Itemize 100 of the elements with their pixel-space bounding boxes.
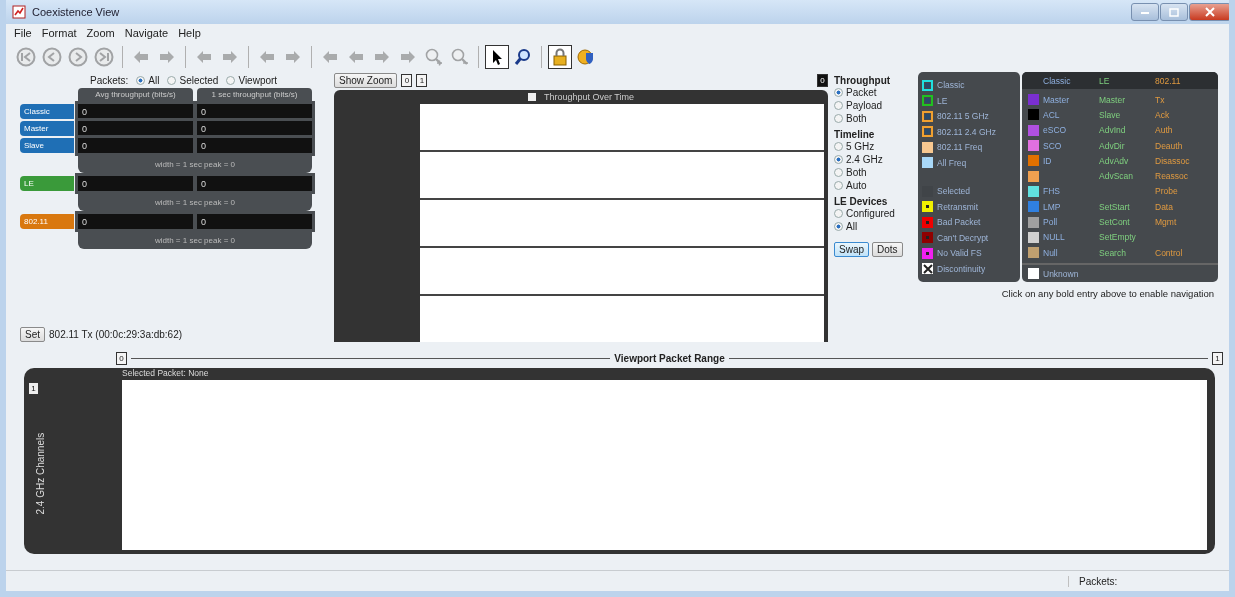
radio-option[interactable]: Viewport [226,74,278,86]
type-entry[interactable]: Search [1099,247,1126,258]
type-entry[interactable]: Data [1155,201,1173,212]
type-entry[interactable]: Reassoc [1155,171,1189,182]
legend-item[interactable]: LE [922,93,1016,108]
range-end-box[interactable]: 1 [1212,351,1223,365]
type-entry[interactable]: AdvDir [1099,140,1125,151]
type-entry[interactable]: LMP [1043,201,1061,212]
type-entry[interactable]: Master [1043,94,1069,105]
dots-button[interactable]: Dots [872,242,903,257]
row-label[interactable]: Master [20,121,74,136]
maximize-button[interactable] [1160,3,1188,21]
type-entry[interactable]: Ack [1155,109,1170,120]
close-button[interactable] [1189,3,1229,21]
type-entry[interactable]: Slave [1099,109,1121,120]
value-cell: 0 [78,176,193,191]
legend-item[interactable]: Bad Packet [922,215,1016,230]
type-entry[interactable]: AdvAdv [1099,155,1129,166]
menu-item[interactable]: File [10,27,36,39]
channel-box[interactable]: 1 [28,382,39,395]
radio-option[interactable]: Payload [834,100,883,111]
type-entry[interactable]: Deauth [1155,140,1183,151]
zoom-out-icon [450,47,470,67]
value-cell: 0 [197,176,312,191]
radio-option[interactable]: 5 GHz [834,141,875,152]
column-header: 1 sec throughput (bits/s) [197,88,312,101]
radio-option[interactable]: 2.4 GHz [834,154,883,165]
menu-item[interactable]: Format [37,27,81,39]
legend-item[interactable]: 802.11 2.4 GHz [922,124,1016,139]
set-button[interactable]: Set [20,327,45,342]
radio-option[interactable]: Auto [834,180,867,191]
type-entry[interactable]: ID [1043,155,1052,166]
radio-option[interactable]: Selected [167,74,219,86]
legend-item[interactable]: All Freq [922,155,1016,170]
menu-item[interactable]: Navigate [120,27,173,39]
chart-title: Throughput Over Time [543,92,634,102]
corner-box[interactable]: 0 [817,73,828,87]
type-entry[interactable]: NULL [1043,232,1065,243]
range-end-box[interactable]: 1 [416,73,428,87]
window-title: Coexistence View [32,6,120,18]
legend-item[interactable]: Can't Decrypt [922,230,1016,245]
type-entry[interactable]: Control [1155,247,1183,258]
type-entry[interactable]: Null [1043,247,1058,258]
type-entry[interactable]: SCO [1043,140,1062,151]
lock-icon [550,47,570,67]
swap-button[interactable]: Swap [834,242,869,257]
type-entry[interactable]: FHS [1043,186,1060,197]
row-label[interactable]: 802.11 [20,214,74,229]
radio-option[interactable]: All [834,221,858,232]
option-heading: Timeline [834,129,876,140]
minimize-button[interactable] [1131,3,1159,21]
row-label[interactable]: LE [20,176,74,191]
row-label[interactable]: Slave [20,138,74,153]
type-entry[interactable]: Disassoc [1155,155,1190,166]
radio-option[interactable]: All [136,74,160,86]
type-entry[interactable]: SetCont [1099,217,1130,227]
minimize-icon [1140,9,1150,15]
range-start-box[interactable]: 0 [116,351,127,365]
type-entry[interactable]: SetStart [1099,201,1130,212]
type-entry[interactable]: Probe [1155,186,1178,197]
app-icon [12,5,26,19]
type-entry[interactable]: Poll [1043,217,1058,227]
next-circle-icon [68,47,88,67]
radio-option[interactable]: Both [834,113,867,124]
column-header: 802.11 [1155,75,1182,86]
legend-item[interactable]: 802.11 5 GHz [922,109,1016,124]
type-entry[interactable]: AdvInd [1099,125,1126,136]
option-heading: LE Devices [834,196,889,207]
type-entry[interactable]: Mgmt [1155,217,1177,227]
legend-item[interactable]: Discontinuity [922,261,1016,276]
legend-item[interactable]: Selected [922,184,1016,199]
type-entry[interactable]: Unknown [1043,268,1079,279]
show-zoom-button[interactable]: Show Zoom [334,72,398,88]
type-entry[interactable]: ACL [1043,109,1060,120]
first-circle-icon [16,47,36,67]
selected-packet-label: Selected Packet: None [122,368,210,380]
value-cell: 0 [197,214,312,229]
menu-item[interactable]: Help [174,27,205,39]
legend-item[interactable]: Classic [922,78,1016,93]
radio-option[interactable]: Both [834,167,867,178]
channels-label: 2.4 GHz Channels [34,431,46,515]
type-entry[interactable]: Tx [1155,94,1165,105]
type-entry[interactable]: eSCO [1043,125,1067,136]
value-cell: 0 [78,214,193,229]
radio-option[interactable]: Packet [834,87,877,98]
legend-item[interactable]: 802.11 Freq [922,140,1016,155]
pointer-button[interactable] [485,45,509,69]
range-start-box[interactable]: 0 [401,73,413,87]
menu-item[interactable]: Zoom [82,27,119,39]
type-entry[interactable]: SetEmpty [1099,232,1136,243]
type-entry[interactable]: Master [1099,94,1125,105]
row-label[interactable]: Classic [20,104,74,119]
type-entry[interactable]: AdvScan [1099,171,1134,182]
checkbox[interactable] [527,93,536,101]
type-entry[interactable]: Auth [1155,125,1173,136]
lock-button[interactable] [548,45,572,69]
value-cell: 0 [78,138,193,153]
legend-item[interactable]: No Valid FS [922,246,1016,261]
radio-option[interactable]: Configured [834,208,895,219]
legend-item[interactable]: Retransmit [922,199,1016,214]
